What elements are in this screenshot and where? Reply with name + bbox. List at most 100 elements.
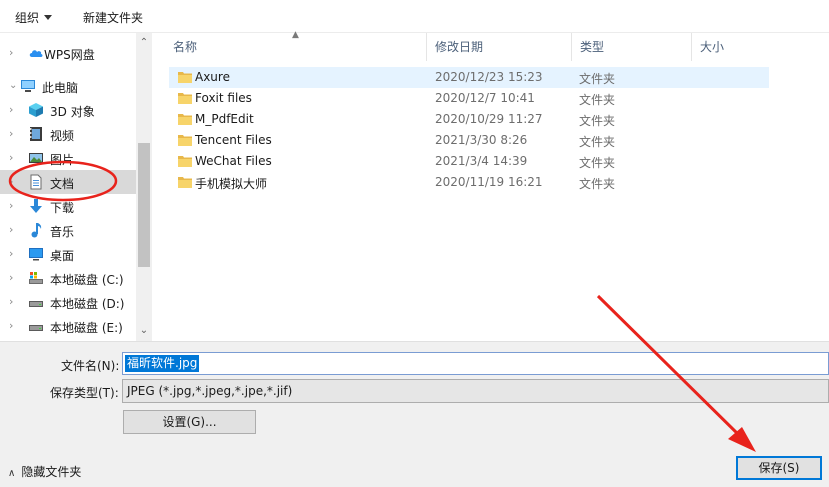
expand-chevron-icon[interactable]: › bbox=[9, 103, 21, 117]
expand-chevron-icon[interactable]: › bbox=[9, 271, 21, 285]
filetype-selected-value: JPEG (*.jpg,*.jpeg,*.jpe,*.jif) bbox=[127, 384, 293, 398]
file-row[interactable]: M_PdfEdit 2020/10/29 11:27 文件夹 bbox=[169, 109, 769, 130]
filename-label: 文件名(N): bbox=[61, 359, 120, 373]
nav-item-wps-cloud[interactable]: › WPS网盘 bbox=[0, 41, 136, 65]
column-header-size[interactable]: 大小 bbox=[692, 33, 829, 61]
file-name: WeChat Files bbox=[195, 154, 272, 168]
file-type: 文件夹 bbox=[579, 177, 616, 191]
music-icon bbox=[31, 223, 42, 238]
nav-item-this-pc[interactable]: ⌄ 此电脑 bbox=[0, 74, 136, 98]
folder-icon bbox=[178, 114, 192, 125]
sort-ascending-icon: ▲ bbox=[292, 30, 299, 40]
drive-icon bbox=[29, 301, 43, 307]
nav-item-desktop[interactable]: › 桌面 bbox=[0, 242, 136, 266]
document-icon bbox=[30, 174, 42, 190]
download-icon bbox=[30, 199, 42, 213]
filename-selected-text: 福昕软件.jpg bbox=[125, 355, 200, 372]
file-row[interactable]: 手机模拟大师 2020/11/19 16:21 文件夹 bbox=[169, 172, 769, 193]
nav-label: 本地磁盘 (D:) bbox=[50, 297, 125, 311]
nav-label: 3D 对象 bbox=[50, 105, 95, 119]
nav-item-drive-c[interactable]: › 本地磁盘 (C:) bbox=[0, 266, 136, 290]
nav-item-pictures[interactable]: › 图片 bbox=[0, 146, 136, 170]
nav-label: 桌面 bbox=[50, 249, 75, 263]
file-type: 文件夹 bbox=[579, 156, 616, 170]
scroll-down-icon[interactable]: ⌄ bbox=[138, 325, 150, 337]
file-name: M_PdfEdit bbox=[195, 112, 254, 126]
scroll-up-icon[interactable]: ⌃ bbox=[138, 37, 150, 49]
toolbar: 组织 新建文件夹 bbox=[0, 0, 829, 33]
expand-chevron-icon[interactable]: › bbox=[9, 247, 21, 261]
file-name: Axure bbox=[195, 70, 230, 84]
expand-chevron-icon[interactable]: › bbox=[9, 199, 21, 213]
hide-folders-label: 隐藏文件夹 bbox=[21, 465, 82, 479]
file-row[interactable]: Foxit files 2020/12/7 10:41 文件夹 bbox=[169, 88, 769, 109]
expand-chevron-icon[interactable]: › bbox=[9, 175, 21, 189]
system-drive-icon bbox=[29, 272, 43, 284]
organize-label: 组织 bbox=[15, 11, 40, 25]
nav-item-downloads[interactable]: › 下载 bbox=[0, 194, 136, 218]
nav-label: 下载 bbox=[50, 201, 75, 215]
folder-icon bbox=[178, 72, 192, 83]
file-row[interactable]: WeChat Files 2021/3/4 14:39 文件夹 bbox=[169, 151, 769, 172]
file-name: 手机模拟大师 bbox=[195, 177, 268, 191]
file-type: 文件夹 bbox=[579, 114, 616, 128]
column-headers: 名称 修改日期 类型 大小 bbox=[165, 33, 829, 61]
nav-label: WPS网盘 bbox=[44, 48, 95, 62]
file-date: 2020/12/23 15:23 bbox=[435, 70, 543, 84]
filetype-select[interactable]: JPEG (*.jpg,*.jpeg,*.jpe,*.jif) bbox=[122, 379, 829, 403]
file-row[interactable]: Axure 2020/12/23 15:23 文件夹 bbox=[169, 67, 769, 88]
folder-icon bbox=[178, 135, 192, 146]
nav-label: 图片 bbox=[50, 153, 75, 167]
file-date: 2021/3/4 14:39 bbox=[435, 154, 528, 168]
expand-chevron-icon[interactable]: › bbox=[9, 295, 21, 309]
nav-label: 此电脑 bbox=[42, 81, 79, 95]
filename-input[interactable]: 福昕软件.jpg bbox=[122, 352, 829, 375]
expand-chevron-icon[interactable]: › bbox=[9, 46, 21, 60]
picture-icon bbox=[29, 153, 43, 163]
nav-label: 视频 bbox=[50, 129, 75, 143]
nav-item-3d-objects[interactable]: › 3D 对象 bbox=[0, 98, 136, 122]
column-header-type[interactable]: 类型 bbox=[572, 33, 692, 61]
nav-label: 本地磁盘 (E:) bbox=[50, 321, 123, 335]
expand-chevron-icon[interactable]: › bbox=[9, 127, 21, 141]
file-type: 文件夹 bbox=[579, 135, 616, 149]
navigation-pane: › WPS网盘 ⌄ 此电脑 › 3D 对象 › 视频 › 图片 › 文档 › 下… bbox=[0, 33, 152, 341]
computer-icon bbox=[21, 80, 35, 92]
file-type: 文件夹 bbox=[579, 93, 616, 107]
drive-icon bbox=[29, 325, 43, 331]
save-button[interactable]: 保存(S) bbox=[736, 456, 822, 480]
nav-item-documents[interactable]: › 文档 bbox=[0, 170, 136, 194]
nav-item-music[interactable]: › 音乐 bbox=[0, 218, 136, 242]
file-row[interactable]: Tencent Files 2021/3/30 8:26 文件夹 bbox=[169, 130, 769, 151]
cloud-icon bbox=[29, 50, 43, 57]
settings-button[interactable]: 设置(G)... bbox=[123, 410, 256, 434]
nav-label: 文档 bbox=[50, 177, 75, 191]
column-header-date[interactable]: 修改日期 bbox=[427, 33, 572, 61]
expand-chevron-icon[interactable]: › bbox=[9, 223, 21, 237]
desktop-icon bbox=[29, 248, 43, 261]
new-folder-button[interactable]: 新建文件夹 bbox=[83, 9, 143, 26]
hide-folders-toggle[interactable]: ∧ 隐藏文件夹 bbox=[8, 463, 81, 480]
file-date: 2020/11/19 16:21 bbox=[435, 175, 543, 189]
caret-up-icon: ∧ bbox=[8, 468, 16, 479]
organize-menu-button[interactable]: 组织 bbox=[15, 9, 53, 26]
nav-label: 音乐 bbox=[50, 225, 75, 239]
file-date: 2020/12/7 10:41 bbox=[435, 91, 535, 105]
video-icon bbox=[30, 127, 42, 141]
file-date: 2020/10/29 11:27 bbox=[435, 112, 543, 126]
nav-item-drive-e[interactable]: › 本地磁盘 (E:) bbox=[0, 314, 136, 338]
nav-item-videos[interactable]: › 视频 bbox=[0, 122, 136, 146]
folder-icon bbox=[178, 93, 192, 104]
nav-label: 本地磁盘 (C:) bbox=[50, 273, 124, 287]
file-type: 文件夹 bbox=[579, 72, 616, 86]
file-name: Foxit files bbox=[195, 91, 252, 105]
expand-chevron-icon[interactable]: › bbox=[9, 319, 21, 333]
nav-scrollbar-thumb[interactable] bbox=[138, 143, 150, 267]
folder-icon bbox=[178, 177, 192, 188]
folder-icon bbox=[178, 156, 192, 167]
filetype-label: 保存类型(T): bbox=[50, 386, 119, 400]
file-date: 2021/3/30 8:26 bbox=[435, 133, 528, 147]
file-name: Tencent Files bbox=[195, 133, 272, 147]
nav-item-drive-d[interactable]: › 本地磁盘 (D:) bbox=[0, 290, 136, 314]
expand-chevron-icon[interactable]: › bbox=[9, 151, 21, 165]
